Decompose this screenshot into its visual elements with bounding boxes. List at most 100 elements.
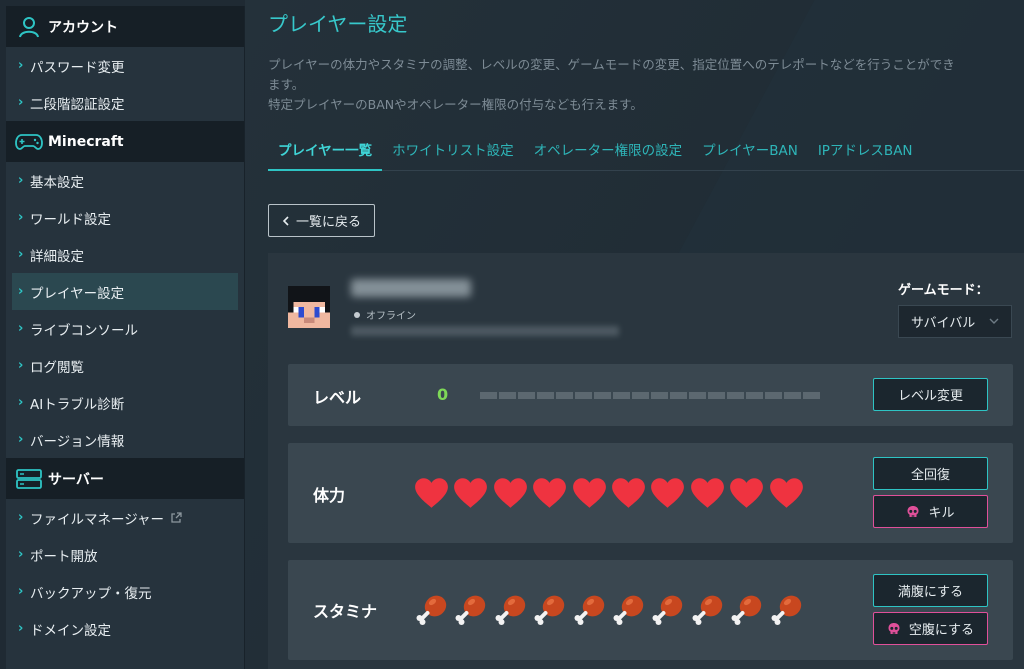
- chevron-right-icon: ›: [18, 95, 24, 110]
- back-to-list-button[interactable]: 一覧に戻る: [268, 204, 375, 237]
- sidebar-item[interactable]: › プレイヤー設定: [12, 273, 238, 310]
- player-avatar: [288, 286, 330, 328]
- sidebar-section-header: アカウント: [6, 6, 244, 47]
- tab-player-ban[interactable]: プレイヤーBAN: [692, 141, 808, 171]
- xp-bar: [480, 392, 820, 399]
- change-level-label: レベル変更: [897, 389, 963, 404]
- heart-icon: [414, 477, 449, 513]
- xp-segment: [537, 392, 554, 399]
- sidebar-item[interactable]: › バックアップ・復元: [6, 573, 244, 610]
- change-level-button[interactable]: レベル変更: [873, 378, 988, 411]
- health-label: 体力: [313, 486, 346, 505]
- sidebar-item[interactable]: › ログ閲覧: [6, 347, 244, 384]
- background-decoration: [675, 0, 1024, 260]
- heart-icon: [532, 477, 567, 513]
- xp-segment: [499, 392, 516, 399]
- tab-whitelist[interactable]: ホワイトリスト設定: [382, 141, 524, 171]
- drumstick-icon: [729, 593, 764, 631]
- level-value: 0: [437, 385, 449, 404]
- heart-icon: [690, 477, 725, 513]
- kill-button[interactable]: キル: [873, 495, 988, 528]
- chevron-right-icon: ›: [18, 621, 24, 636]
- drumstick-icon: [769, 593, 804, 631]
- chevron-right-icon: ›: [18, 547, 24, 562]
- empty-hunger-label: 空腹にする: [908, 623, 975, 638]
- skull-icon: [906, 505, 920, 519]
- xp-segment: [480, 392, 497, 399]
- xp-segment: [765, 392, 782, 399]
- sidebar-item[interactable]: › ドメイン設定: [6, 610, 244, 647]
- stamina-label: スタミナ: [313, 602, 378, 621]
- chevron-right-icon: ›: [18, 284, 24, 299]
- sidebar-item[interactable]: › バージョン情報: [6, 421, 244, 458]
- xp-segment: [689, 392, 706, 399]
- page-description: プレイヤーの体力やスタミナの調整、レベルの変更、ゲームモードの変更、指定位置への…: [268, 55, 1024, 115]
- tab-player-list[interactable]: プレイヤー一覧: [268, 141, 383, 171]
- chevron-right-icon: ›: [18, 584, 24, 599]
- xp-segment: [803, 392, 820, 399]
- drumstick-icon: [611, 593, 646, 631]
- sidebar-item[interactable]: › ワールド設定: [6, 199, 244, 236]
- health-row: 体力 全回復 キル: [288, 443, 1013, 543]
- server-icon: [14, 467, 44, 491]
- gamemode-select[interactable]: サバイバル: [898, 305, 1012, 338]
- sidebar-item[interactable]: › AIトラブル診断: [6, 384, 244, 421]
- empty-hunger-button[interactable]: 空腹にする: [873, 612, 988, 645]
- sidebar-item[interactable]: › ファイルマネージャー: [6, 499, 244, 536]
- heart-icon: [769, 477, 804, 513]
- sidebar-item[interactable]: › ポート開放: [6, 536, 244, 573]
- drumstick-icon: [493, 593, 528, 631]
- sidebar-item[interactable]: › 二段階認証設定: [6, 84, 244, 121]
- xp-segment: [670, 392, 687, 399]
- external-link-icon: [170, 511, 182, 524]
- chevron-left-icon: [282, 215, 290, 226]
- sidebar-item-label: バージョン情報: [30, 433, 125, 450]
- user-icon: [14, 15, 44, 39]
- sidebar-item-label: 詳細設定: [30, 248, 84, 265]
- fill-hunger-button[interactable]: 満腹にする: [873, 574, 988, 607]
- status-text: オフライン: [366, 311, 416, 322]
- xp-segment: [613, 392, 630, 399]
- full-heal-button[interactable]: 全回復: [873, 457, 988, 490]
- xp-segment: [727, 392, 744, 399]
- chevron-right-icon: ›: [18, 247, 24, 262]
- chevron-down-icon: [989, 316, 999, 327]
- tab-bar: プレイヤー一覧 ホワイトリスト設定 オペレーター権限の設定 プレイヤーBAN I…: [268, 141, 1024, 171]
- chevron-right-icon: ›: [18, 395, 24, 410]
- sidebar-item-label: ライブコンソール: [30, 322, 138, 339]
- xp-segment: [632, 392, 649, 399]
- chevron-right-icon: ›: [18, 210, 24, 225]
- xp-segment: [746, 392, 763, 399]
- sidebar-item-label: ドメイン設定: [30, 622, 111, 639]
- sidebar-item[interactable]: › パスワード変更: [6, 47, 244, 84]
- drumstick-icon: [572, 593, 607, 631]
- skull-icon: [887, 622, 901, 636]
- chevron-right-icon: ›: [18, 358, 24, 373]
- description-line: プレイヤーの体力やスタミナの調整、レベルの変更、ゲームモードの変更、指定位置への…: [268, 57, 955, 72]
- xp-segment: [556, 392, 573, 399]
- sidebar-item[interactable]: › 詳細設定: [6, 236, 244, 273]
- chevron-right-icon: ›: [18, 58, 24, 73]
- sidebar-item[interactable]: › 基本設定: [6, 162, 244, 199]
- tab-ip-ban[interactable]: IPアドレスBAN: [808, 141, 923, 171]
- gamemode-label: ゲームモード：: [898, 283, 989, 298]
- xp-segment: [651, 392, 668, 399]
- player-panel: オフライン ゲームモード： サバイバル レベル 0 レベル変更 体力 全回復 キ…: [268, 253, 1024, 669]
- drumstick-icon: [690, 593, 725, 631]
- level-row: レベル 0 レベル変更: [288, 364, 1013, 426]
- tab-operator[interactable]: オペレーター権限の設定: [524, 141, 693, 171]
- drumstick-icon: [650, 593, 685, 631]
- xp-segment: [575, 392, 592, 399]
- heart-icon: [493, 477, 528, 513]
- sidebar-item-label: AIトラブル診断: [30, 396, 125, 413]
- sidebar: アカウント › パスワード変更 › 二段階認証設定 Minecraft › 基本設定 › ワールド…: [6, 6, 245, 669]
- hearts-row: [414, 477, 804, 513]
- sidebar-item-label: 二段階認証設定: [30, 96, 125, 113]
- heart-icon: [650, 477, 685, 513]
- drumstick-icon: [414, 593, 449, 631]
- page-title: プレイヤー設定: [268, 12, 408, 36]
- section-title: Minecraft: [48, 133, 124, 150]
- description-line: ます。: [268, 77, 305, 92]
- sidebar-item[interactable]: › ライブコンソール: [6, 310, 244, 347]
- stamina-row: スタミナ 満腹にする 空腹にする: [288, 560, 1013, 660]
